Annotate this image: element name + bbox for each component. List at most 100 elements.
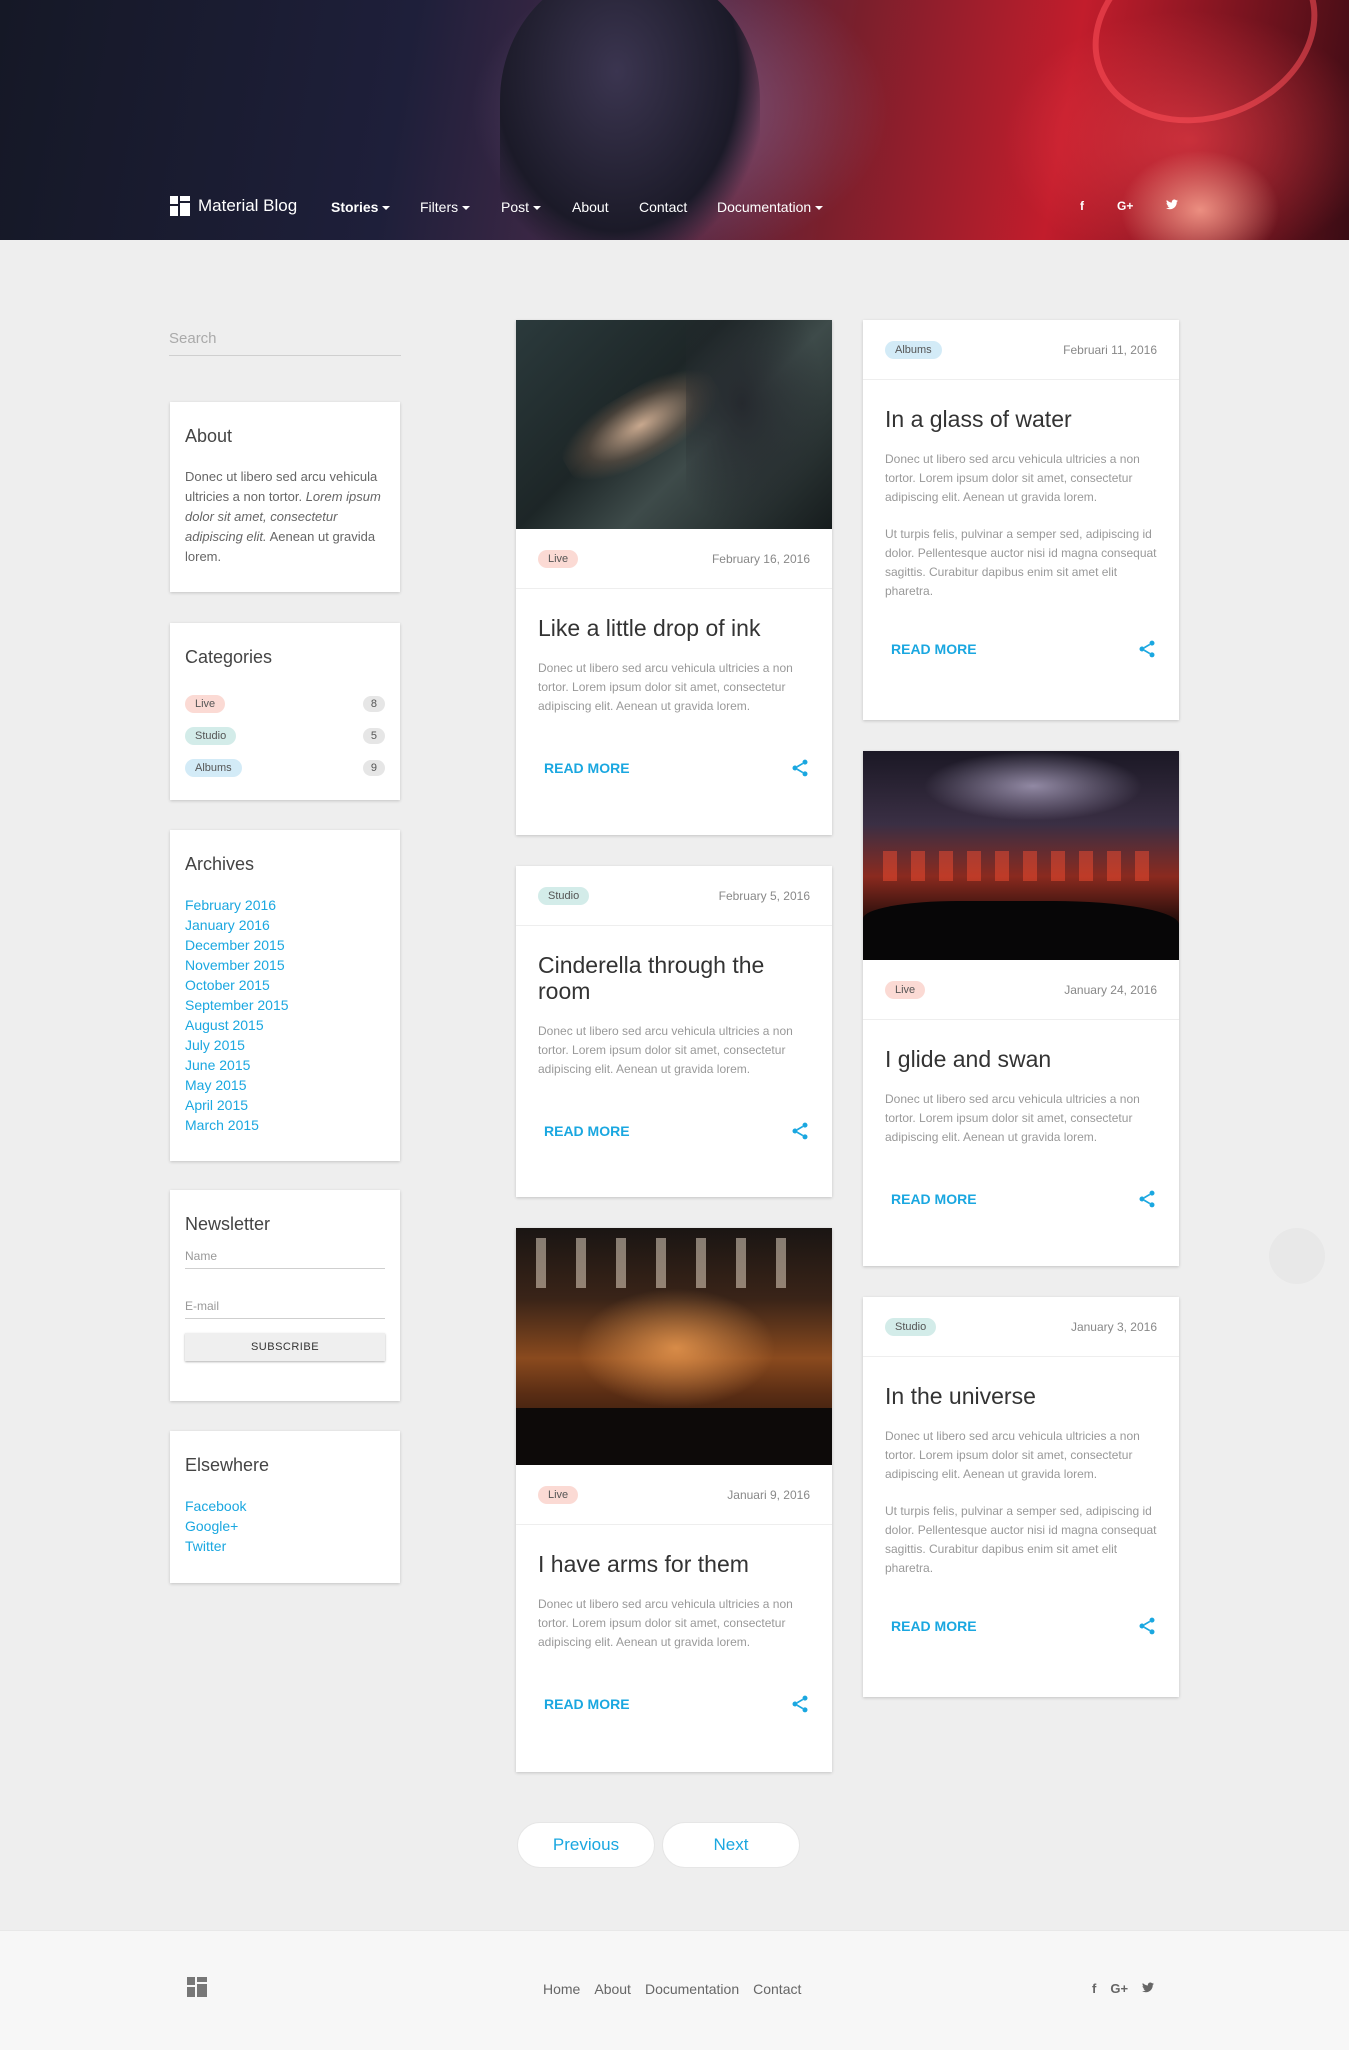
read-more-button[interactable]: READ MORE xyxy=(544,760,630,776)
elsewhere-widget: Elsewhere Facebook Google+ Twitter xyxy=(170,1431,400,1583)
archive-link[interactable]: June 2015 xyxy=(185,1055,385,1075)
post-card: Studio February 5, 2016 Cinderella throu… xyxy=(516,866,832,1197)
archive-link[interactable]: October 2015 xyxy=(185,975,385,995)
footer-link-documentation[interactable]: Documentation xyxy=(645,1981,739,1997)
post-meta: Albums Februari 11, 2016 xyxy=(863,320,1179,380)
post-title[interactable]: Like a little drop of ink xyxy=(538,615,810,641)
nav-about[interactable]: About xyxy=(572,199,609,215)
share-icon[interactable] xyxy=(790,1121,810,1141)
caret-down-icon xyxy=(382,206,391,211)
post-card: Live January 24, 2016 I glide and swan D… xyxy=(863,751,1179,1266)
share-icon[interactable] xyxy=(790,1694,810,1714)
post-card: Studio January 3, 2016 In the universe D… xyxy=(863,1297,1179,1697)
post-card: Live Januari 9, 2016 I have arms for the… xyxy=(516,1228,832,1772)
nav-stories[interactable]: Stories xyxy=(331,199,391,215)
post-body: In a glass of water Donec ut libero sed … xyxy=(863,380,1179,601)
facebook-link[interactable]: Facebook xyxy=(185,1496,385,1516)
post-title[interactable]: Cinderella through the room xyxy=(538,952,810,1004)
post-excerpt: Donec ut libero sed arcu vehicula ultric… xyxy=(538,661,793,713)
category-row-live[interactable]: Live 8 xyxy=(185,688,385,720)
share-icon[interactable] xyxy=(790,758,810,778)
archive-link[interactable]: September 2015 xyxy=(185,995,385,1015)
post-title[interactable]: I glide and swan xyxy=(885,1046,1157,1072)
post-tag-studio[interactable]: Studio xyxy=(538,886,590,905)
category-row-albums[interactable]: Albums 9 xyxy=(185,752,385,784)
category-tag-live[interactable]: Live xyxy=(185,695,226,713)
share-icon[interactable] xyxy=(1137,1189,1157,1209)
post-tag-live[interactable]: Live xyxy=(538,549,579,568)
footer-link-contact[interactable]: Contact xyxy=(753,1981,801,1997)
post-body: Cinderella through the room Donec ut lib… xyxy=(516,926,832,1079)
post-title[interactable]: In the universe xyxy=(885,1383,1157,1409)
search-input[interactable] xyxy=(169,326,401,347)
google-plus-link[interactable]: Google+ xyxy=(185,1516,385,1536)
post-title[interactable]: I have arms for them xyxy=(538,1551,810,1577)
category-row-studio[interactable]: Studio 5 xyxy=(185,720,385,752)
post-excerpt: Donec ut libero sed arcu vehicula ultric… xyxy=(885,1092,1140,1144)
brand-link[interactable]: Material Blog xyxy=(170,196,297,216)
post-tag-albums[interactable]: Albums xyxy=(885,340,942,359)
read-more-button[interactable]: READ MORE xyxy=(891,641,977,657)
read-more-button[interactable]: READ MORE xyxy=(891,1191,977,1207)
nav-documentation[interactable]: Documentation xyxy=(717,199,824,215)
nav-post-label: Post xyxy=(501,199,530,215)
archive-link[interactable]: February 2016 xyxy=(185,895,385,915)
post-image-crowd[interactable] xyxy=(863,751,1179,960)
caret-down-icon xyxy=(462,206,471,211)
google-plus-icon[interactable]: G+ xyxy=(1117,199,1133,213)
share-icon[interactable] xyxy=(1137,639,1157,659)
post-body: I glide and swan Donec ut libero sed arc… xyxy=(863,1020,1179,1147)
previous-button[interactable]: Previous xyxy=(517,1822,655,1868)
post-date: February 16, 2016 xyxy=(711,551,810,566)
subscribe-button[interactable]: SUBSCRIBE xyxy=(185,1333,385,1361)
archive-link[interactable]: April 2015 xyxy=(185,1095,385,1115)
post-tag-studio[interactable]: Studio xyxy=(885,1317,937,1336)
category-tag-studio[interactable]: Studio xyxy=(185,727,237,745)
nav-filters[interactable]: Filters xyxy=(420,199,471,215)
next-button[interactable]: Next xyxy=(662,1822,800,1868)
post-actions: READ MORE xyxy=(863,619,1179,679)
post-image-concert-stage[interactable] xyxy=(516,1228,832,1465)
navbar: Material Blog Stories Filters Post About… xyxy=(0,196,1349,220)
archive-link[interactable]: December 2015 xyxy=(185,935,385,955)
read-more-button[interactable]: READ MORE xyxy=(891,1618,977,1634)
share-icon[interactable] xyxy=(1137,1616,1157,1636)
footer-link-about[interactable]: About xyxy=(594,1981,631,1997)
post-title[interactable]: In a glass of water xyxy=(885,406,1157,432)
archive-link[interactable]: November 2015 xyxy=(185,955,385,975)
nav-contact[interactable]: Contact xyxy=(639,199,687,215)
category-count: 5 xyxy=(362,728,385,744)
google-plus-icon[interactable]: G+ xyxy=(1110,1981,1128,1996)
post-tag-live[interactable]: Live xyxy=(538,1485,579,1504)
footer-logo-icon[interactable] xyxy=(187,1977,207,1997)
archive-link[interactable]: August 2015 xyxy=(185,1015,385,1035)
categories-widget: Categories Live 8 Studio 5 Albums 9 xyxy=(170,623,400,800)
newsletter-name-input[interactable] xyxy=(185,1245,385,1263)
post-excerpt-2: Ut turpis felis, pulvinar a semper sed, … xyxy=(885,527,1157,598)
footer-link-home[interactable]: Home xyxy=(543,1981,580,1997)
post-actions: READ MORE xyxy=(516,1670,832,1738)
twitter-icon[interactable] xyxy=(1142,1981,1155,1996)
archive-link[interactable]: January 2016 xyxy=(185,915,385,935)
post-actions: READ MORE xyxy=(863,1596,1179,1656)
scroll-top-button[interactable] xyxy=(1269,1228,1325,1284)
read-more-button[interactable]: READ MORE xyxy=(544,1123,630,1139)
elsewhere-list: Facebook Google+ Twitter xyxy=(185,1496,385,1556)
nav-post[interactable]: Post xyxy=(501,199,542,215)
category-tag-albums[interactable]: Albums xyxy=(185,759,242,777)
archive-link[interactable]: July 2015 xyxy=(185,1035,385,1055)
twitter-icon[interactable] xyxy=(1166,199,1178,213)
newsletter-email-input[interactable] xyxy=(185,1295,385,1313)
post-meta: Live Januari 9, 2016 xyxy=(516,1465,832,1525)
post-tag-live[interactable]: Live xyxy=(885,980,926,999)
categories-title: Categories xyxy=(185,647,273,667)
logo-icon xyxy=(170,196,190,216)
archive-link[interactable]: May 2015 xyxy=(185,1075,385,1095)
read-more-button[interactable]: READ MORE xyxy=(544,1696,630,1712)
archives-list: February 2016 January 2016 December 2015… xyxy=(185,895,385,1135)
archive-link[interactable]: March 2015 xyxy=(185,1115,385,1135)
twitter-link[interactable]: Twitter xyxy=(185,1536,385,1556)
facebook-icon[interactable]: f xyxy=(1092,1981,1096,1996)
facebook-icon[interactable]: f xyxy=(1080,199,1084,213)
post-image-guitarist[interactable] xyxy=(516,320,832,529)
